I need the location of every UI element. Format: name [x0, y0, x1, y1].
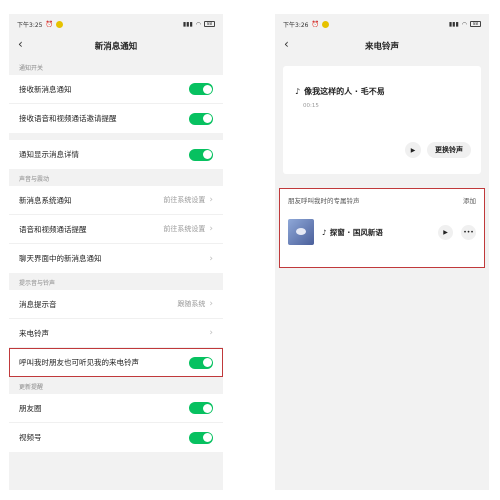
current-song-name: 像我这样的人 · 毛不易 — [304, 87, 385, 96]
ringtone-screen: 下午3:26 ⏰ ▮▮▮ ◠ 88 ‹ 来电铃声 ♪ 像我这样的人 · 毛不易 … — [275, 14, 489, 490]
toggle-switch[interactable] — [189, 148, 213, 161]
status-time: 下午3:25 — [17, 21, 43, 29]
settings-row-value: 前往系统设置 — [163, 196, 206, 204]
settings-row[interactable]: 聊天界面中的新消息通知 › — [9, 244, 223, 273]
status-bar: 下午3:25 ⏰ ▮▮▮ ◠ 88 — [9, 14, 223, 34]
battery-icon: 88 — [470, 21, 481, 27]
change-ringtone-button[interactable]: 更换铃声 — [427, 142, 471, 158]
settings-row-label: 呼叫我时朋友也可听见我的来电铃声 — [19, 358, 139, 367]
chevron-right-icon: › — [209, 195, 213, 205]
play-button[interactable]: ▶ — [405, 142, 421, 158]
app-indicator-icon — [55, 20, 63, 28]
settings-row[interactable]: 语音和视频通话提醒 前往系统设置 › — [9, 215, 223, 244]
settings-group: 通知显示消息详情 — [9, 140, 223, 169]
settings-group: 接收新消息通知接收语音和视频通话邀请提醒 — [9, 75, 223, 133]
more-button[interactable]: ••• — [461, 224, 476, 240]
section-label: 通知开关 — [19, 65, 44, 72]
settings-row-value: 前往系统设置 — [163, 225, 206, 233]
toggle-switch[interactable] — [189, 83, 213, 95]
settings-row[interactable]: 朋友圈 — [9, 394, 223, 423]
toggle-switch[interactable] — [189, 356, 213, 369]
nav-bar: ‹ 新消息通知 — [9, 34, 223, 58]
settings-group: 朋友圈 视频号 — [9, 394, 223, 452]
play-button[interactable]: ▶ — [438, 224, 453, 240]
settings-group: 消息提示音 跟随系统 › 来电铃声 › 呼叫我时朋友也可听见我的来电铃声 — [9, 290, 223, 377]
settings-row-label: 聊天界面中的新消息通知 — [19, 254, 102, 263]
settings-group: 新消息系统通知 前往系统设置 › 语音和视频通话提醒 前往系统设置 › 聊天界面中的新消息通… — [9, 186, 223, 273]
settings-row-label: 新消息系统通知 — [19, 195, 72, 205]
settings-row-label: 接收语音和视频通话邀请提醒 — [19, 114, 117, 123]
signal-icon: ▮▮▮ — [448, 20, 459, 28]
back-icon[interactable]: ‹ — [18, 37, 23, 51]
page-title: 新消息通知 — [94, 42, 138, 52]
page-title: 来电铃声 — [364, 42, 399, 52]
alarm-icon: ⏰ — [45, 20, 53, 28]
settings-row[interactable]: 新消息系统通知 前往系统设置 › — [9, 186, 223, 215]
status-bar: 下午3:26 ⏰ ▮▮▮ ◠ 88 — [275, 14, 489, 34]
app-indicator-icon — [321, 20, 329, 28]
settings-row[interactable]: 通知显示消息详情 — [9, 140, 223, 169]
settings-row-value: 跟随系统 — [177, 300, 206, 308]
settings-row-label: 接收新消息通知 — [19, 84, 72, 94]
exclusive-ringtone-title: 朋友呼叫我时的专属铃声 — [288, 197, 360, 205]
settings-row[interactable]: 视频号 — [9, 423, 223, 452]
toggle-switch[interactable] — [189, 431, 213, 444]
settings-row[interactable]: 呼叫我时朋友也可听见我的来电铃声 — [9, 348, 223, 377]
section-label: 声音与震动 — [19, 176, 50, 183]
nav-bar: ‹ 来电铃声 — [275, 34, 489, 58]
album-cover — [288, 219, 314, 245]
signal-icon: ▮▮▮ — [182, 20, 193, 28]
settings-list: 通知开关接收新消息通知接收语音和视频通话邀请提醒 通知显示消息详情 声音与震动新消息… — [9, 58, 223, 452]
back-icon[interactable]: ‹ — [284, 37, 289, 51]
current-song-duration: 00:15 — [303, 103, 319, 109]
settings-row-label: 朋友圈 — [19, 403, 42, 413]
toggle-switch[interactable] — [189, 402, 213, 414]
settings-row-label: 消息提示音 — [19, 299, 57, 309]
status-time: 下午3:26 — [283, 21, 309, 29]
settings-row-label: 视频号 — [19, 433, 42, 442]
music-note-icon: ♪ — [322, 227, 327, 237]
notification-settings-screen: 下午3:25 ⏰ ▮▮▮ ◠ 88 ‹ 新消息通知 通知开关接收新消息通知接收语… — [9, 14, 223, 490]
add-button[interactable]: 添加 — [463, 195, 476, 205]
wifi-icon: ◠ — [461, 20, 467, 28]
toggle-switch[interactable] — [189, 112, 213, 125]
current-ringtone-card: ♪ 像我这样的人 · 毛不易 00:15 ▶ 更换铃声 — [283, 66, 481, 174]
more-icon: ••• — [463, 228, 474, 236]
settings-row-label: 来电铃声 — [19, 328, 49, 338]
settings-row-label: 语音和视频通话提醒 — [19, 224, 87, 234]
chevron-right-icon: › — [209, 299, 213, 309]
play-icon: ▶ — [443, 228, 448, 236]
exclusive-ringtone-section: 朋友呼叫我时的专属铃声 添加 ♪ 探窗 · 国风新语 ▶ ••• — [279, 188, 485, 268]
chevron-right-icon: › — [209, 253, 213, 264]
section-label: 更新提醒 — [19, 384, 44, 391]
settings-row[interactable]: 接收语音和视频通话邀请提醒 — [9, 104, 223, 133]
section-label: 提示音与铃声 — [19, 280, 56, 287]
settings-row[interactable]: 来电铃声 › — [9, 319, 223, 348]
exclusive-ringtone-item[interactable]: ♪ 探窗 · 国风新语 ▶ ••• — [288, 219, 476, 245]
play-icon: ▶ — [410, 146, 416, 154]
chevron-right-icon: › — [209, 328, 213, 338]
settings-row[interactable]: 消息提示音 跟随系统 › — [9, 290, 223, 319]
wifi-icon: ◠ — [195, 20, 201, 28]
battery-icon: 88 — [204, 21, 215, 27]
settings-row-label: 通知显示消息详情 — [19, 150, 79, 159]
exclusive-song-name: 探窗 · 国风新语 — [329, 227, 383, 237]
settings-row[interactable]: 接收新消息通知 — [9, 75, 223, 104]
chevron-right-icon: › — [209, 224, 213, 234]
music-note-icon: ♪ — [295, 87, 301, 96]
alarm-icon: ⏰ — [311, 20, 319, 28]
